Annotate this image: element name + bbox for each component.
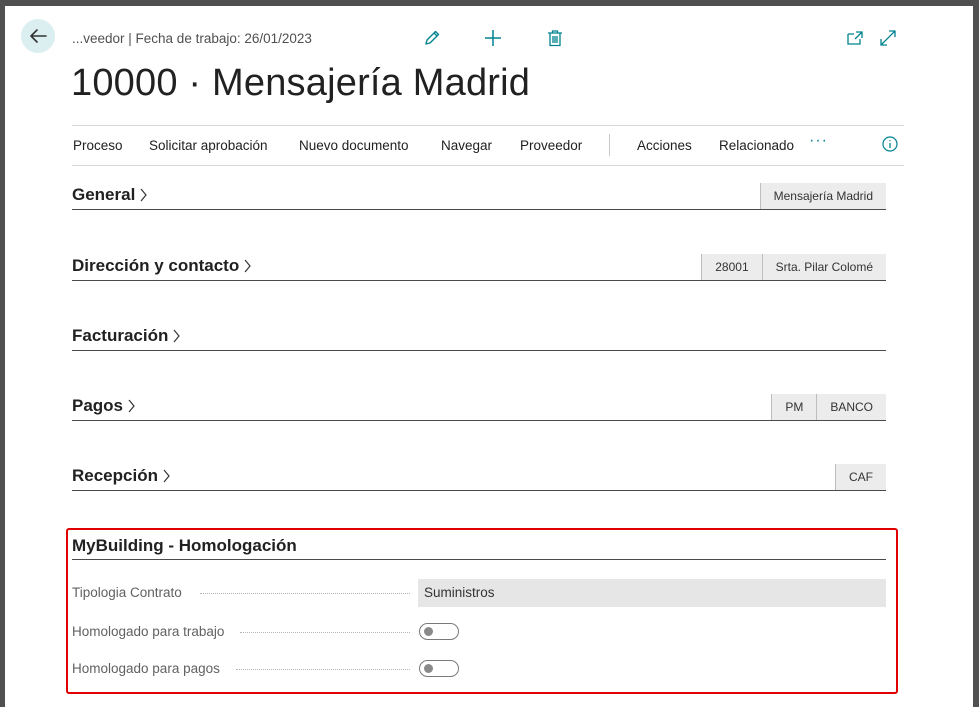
section-divider bbox=[72, 350, 886, 351]
menu-item-proceso[interactable]: Proceso bbox=[73, 138, 123, 153]
field-leader-dots bbox=[200, 593, 410, 594]
summary-chip: Srta. Pilar Colomé bbox=[761, 254, 886, 280]
trash-icon[interactable] bbox=[545, 28, 565, 48]
summary-chip: 28001 bbox=[701, 254, 762, 280]
page: ...veedor | Fecha de trabajo: 26/01/2023… bbox=[5, 6, 973, 707]
field-label: Homologado para trabajo bbox=[72, 624, 225, 639]
page-title: 10000 · Mensajería Madrid bbox=[71, 62, 531, 104]
pencil-icon[interactable] bbox=[422, 28, 442, 48]
chevron-right-icon bbox=[163, 469, 170, 483]
section-title: Dirección y contacto bbox=[72, 256, 240, 275]
summary-chip: Mensajería Madrid bbox=[759, 183, 886, 209]
menu-item-relacionado[interactable]: Relacionado bbox=[719, 138, 794, 153]
summary-chip: CAF bbox=[835, 464, 886, 490]
menu-item-acciones[interactable]: Acciones bbox=[637, 138, 692, 153]
field-tipologia-contrato: Tipologia Contrato Suministros bbox=[72, 579, 886, 607]
expand-icon[interactable] bbox=[878, 28, 898, 48]
summary-chips: PM BANCO bbox=[771, 394, 886, 420]
section-direccion-contacto: Dirección y contacto 28001 Srta. Pilar C… bbox=[72, 251, 886, 283]
plus-icon[interactable] bbox=[483, 28, 503, 48]
field-homologado-pagos: Homologado para pagos bbox=[72, 655, 886, 683]
section-recepcion-header[interactable]: Recepción bbox=[72, 466, 171, 486]
chevron-right-icon bbox=[128, 399, 135, 413]
summary-chips: CAF bbox=[835, 464, 886, 490]
section-pagos-header[interactable]: Pagos bbox=[72, 396, 136, 416]
field-homologado-trabajo: Homologado para trabajo bbox=[72, 618, 886, 646]
chevron-right-icon bbox=[173, 329, 181, 343]
menu-item-nuevo-documento[interactable]: Nuevo documento bbox=[299, 138, 409, 153]
section-recepcion: Recepción CAF bbox=[72, 461, 886, 493]
section-divider bbox=[72, 209, 886, 210]
open-in-new-window-icon[interactable] bbox=[845, 28, 865, 48]
section-divider bbox=[72, 280, 886, 281]
section-title: General bbox=[72, 185, 136, 204]
chevron-right-icon bbox=[244, 259, 251, 273]
field-leader-dots bbox=[236, 669, 410, 670]
summary-chip: PM bbox=[771, 394, 817, 420]
arrow-left-icon bbox=[30, 29, 47, 43]
section-facturacion-header[interactable]: Facturación bbox=[72, 326, 181, 346]
section-divider bbox=[72, 559, 886, 560]
section-title: Pagos bbox=[72, 396, 124, 415]
section-divider bbox=[72, 490, 886, 491]
tipologia-contrato-input[interactable]: Suministros bbox=[418, 579, 886, 607]
summary-chips: Mensajería Madrid bbox=[759, 183, 886, 209]
field-label: Tipologia Contrato bbox=[72, 585, 182, 600]
section-general: General Mensajería Madrid bbox=[72, 180, 886, 212]
field-label: Homologado para pagos bbox=[72, 661, 220, 676]
menu-item-navegar[interactable]: Navegar bbox=[441, 138, 492, 153]
section-pagos: Pagos PM BANCO bbox=[72, 391, 886, 423]
section-mybuilding-header[interactable]: MyBuilding - Homologación bbox=[72, 536, 297, 556]
section-direccion-contacto-header[interactable]: Dirección y contacto bbox=[72, 256, 252, 276]
section-title: Recepción bbox=[72, 466, 158, 485]
section-facturacion: Facturación bbox=[72, 321, 886, 353]
section-title: Facturación bbox=[72, 326, 169, 345]
info-icon[interactable] bbox=[882, 136, 898, 157]
action-menu-bar: Proceso Solicitar aprobación Nuevo docum… bbox=[72, 125, 904, 166]
chevron-right-icon bbox=[140, 188, 148, 202]
menu-separator bbox=[609, 134, 610, 156]
homologado-pagos-toggle[interactable] bbox=[419, 660, 459, 677]
back-button[interactable] bbox=[21, 19, 55, 53]
menu-item-proveedor[interactable]: Proveedor bbox=[520, 138, 582, 153]
breadcrumb: ...veedor | Fecha de trabajo: 26/01/2023 bbox=[72, 31, 312, 46]
summary-chip: BANCO bbox=[816, 394, 886, 420]
field-leader-dots bbox=[240, 632, 410, 633]
section-divider bbox=[72, 420, 886, 421]
section-general-header[interactable]: General bbox=[72, 185, 148, 205]
more-options-button[interactable]: ··· bbox=[809, 132, 828, 150]
menu-item-solicitar-aprobacion[interactable]: Solicitar aprobación bbox=[149, 138, 268, 153]
homologado-trabajo-toggle[interactable] bbox=[419, 623, 459, 640]
summary-chips: 28001 Srta. Pilar Colomé bbox=[701, 254, 886, 280]
